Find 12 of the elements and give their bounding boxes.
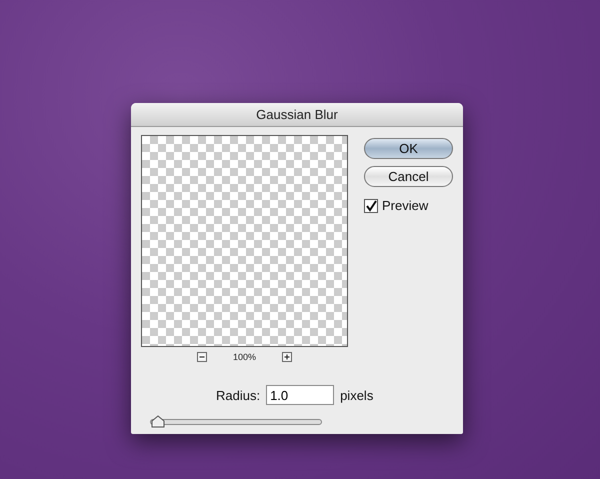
zoom-level: 100%	[232, 352, 256, 362]
preview-label: Preview	[382, 198, 428, 213]
ok-button[interactable]: OK	[364, 138, 453, 159]
slider-thumb[interactable]	[150, 415, 165, 428]
zoom-out-icon[interactable]	[196, 352, 207, 362]
window-title: Gaussian Blur	[131, 103, 463, 127]
cancel-button[interactable]: Cancel	[364, 166, 453, 187]
radius-field[interactable]: 1.0	[266, 385, 334, 405]
radius-label: Radius:	[216, 388, 260, 402]
unit-label: pixels	[340, 388, 374, 402]
preview-checkbox[interactable]	[364, 198, 378, 212]
zoom-in-icon[interactable]	[282, 352, 292, 362]
